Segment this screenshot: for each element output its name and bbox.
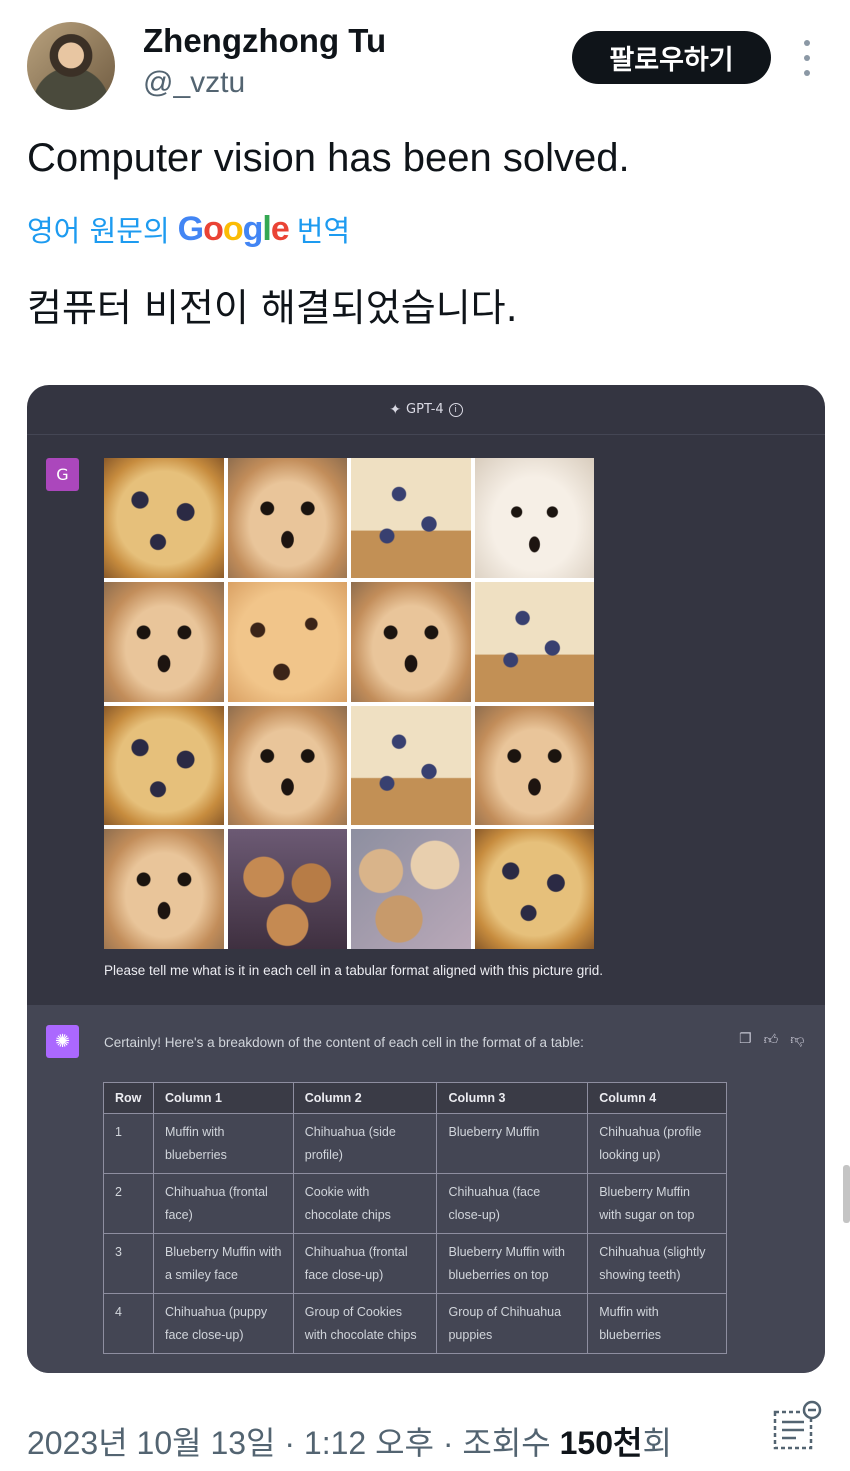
tweet-meta: 2023년 10월 13일 · 1:12 오후 · 조회수 150천회 — [27, 1418, 672, 1464]
chatgpt-logo-icon: ✺ — [46, 1025, 79, 1058]
tweet-date: 2023년 10월 13일 · 1:12 오후 · 조회수 — [27, 1425, 560, 1461]
assistant-message: ✺ Certainly! Here's a breakdown of the c… — [27, 1005, 825, 1373]
table-cell: 2 — [103, 1173, 154, 1234]
table-row: 2 Chihuahua (frontal face) Cookie with cho… — [103, 1173, 727, 1234]
table-cell: Blueberry Muffin — [436, 1113, 589, 1174]
table-cell: Muffin with blueberries — [587, 1293, 727, 1354]
translated-text: 컴퓨터 비전이 해결되었습니다. — [27, 286, 518, 330]
follow-button[interactable]: 팔로우하기 — [572, 31, 771, 84]
table-header-cell: Column 2 — [292, 1082, 438, 1114]
table-cell: Chihuahua (puppy face close-up) — [152, 1293, 294, 1354]
table-cell: Blueberry Muffin with blueberries on top — [436, 1233, 589, 1294]
model-header: ✦ GPT-4 i — [27, 385, 825, 435]
result-table: Row Column 1 Column 2 Column 3 Column 4 1 Muf… — [103, 1082, 727, 1354]
grid-cell-image — [351, 829, 471, 949]
table-cell: Group of Chihuahua puppies — [436, 1293, 589, 1354]
table-cell: Chihuahua (side profile) — [292, 1113, 438, 1174]
table-cell: Cookie with chocolate chips — [292, 1173, 438, 1234]
grid-cell-image — [104, 829, 224, 949]
grid-cell-image — [351, 705, 471, 826]
table-header-cell: Column 4 — [587, 1082, 727, 1114]
table-row: 3 Blueberry Muffin with a smiley face Chih… — [103, 1233, 727, 1294]
table-cell: 1 — [103, 1113, 154, 1174]
table-header-row: Row Column 1 Column 2 Column 3 Column 4 — [103, 1082, 727, 1114]
author-avatar[interactable] — [27, 22, 115, 110]
translate-link[interactable]: 영어 원문의 Google 번역 — [27, 208, 350, 250]
grid-cell-image — [227, 829, 347, 949]
model-label: GPT-4 — [406, 402, 444, 417]
sparkle-icon: ✦ — [389, 401, 402, 418]
user-prompt: Please tell me what is it in each cell i… — [104, 963, 603, 978]
grid-cell-image — [351, 458, 471, 578]
grid-cell-image — [227, 458, 347, 578]
notes-icon[interactable] — [772, 1400, 822, 1452]
assistant-reply: Certainly! Here's a breakdown of the con… — [104, 1035, 584, 1050]
grid-cell-image — [104, 458, 224, 578]
table-row: 4 Chihuahua (puppy face close-up) Group of… — [103, 1293, 727, 1354]
tweet-text: Computer vision has been solved. — [27, 136, 630, 180]
table-cell: Group of Cookies with chocolate chips — [292, 1293, 438, 1354]
grid-cell-image — [351, 581, 471, 702]
user-avatar: G — [46, 458, 79, 491]
grid-cell-image — [104, 705, 224, 826]
message-actions: ❐ 👍︎ 👎︎ — [739, 1031, 804, 1048]
thumbs-up-icon: 👍︎ — [763, 1032, 779, 1048]
grid-cell-image — [474, 705, 594, 826]
google-logo: Google — [177, 209, 290, 248]
table-cell: Chihuahua (slightly showing teeth) — [587, 1233, 727, 1294]
table-row: 1 Muffin with blueberries Chihuahua (side … — [103, 1113, 727, 1174]
grid-cell-image — [474, 458, 594, 578]
view-suffix: 회 — [642, 1425, 672, 1461]
grid-cell-image — [474, 581, 594, 702]
image-grid — [104, 458, 594, 949]
grid-cell-image — [227, 581, 347, 702]
translate-prefix: 영어 원문의 — [27, 214, 170, 248]
info-icon: i — [448, 402, 463, 417]
table-cell: Chihuahua (face close-up) — [436, 1173, 589, 1234]
copy-icon: ❐ — [739, 1031, 752, 1047]
author-handle[interactable]: @_vztu — [143, 66, 245, 100]
table-cell: Chihuahua (frontal face) — [152, 1173, 294, 1234]
table-header-cell: Column 3 — [436, 1082, 589, 1114]
grid-cell-image — [227, 705, 347, 826]
table-cell: Blueberry Muffin with sugar on top — [587, 1173, 727, 1234]
table-cell: Chihuahua (frontal face close-up) — [292, 1233, 438, 1294]
table-header-cell: Column 1 — [152, 1082, 294, 1114]
view-count: 150천 — [559, 1425, 643, 1461]
more-options-icon[interactable] — [800, 40, 814, 76]
table-cell: 4 — [103, 1293, 154, 1354]
table-cell: 3 — [103, 1233, 154, 1294]
embedded-screenshot: ✦ GPT-4 i G Please tell me what is it in… — [27, 385, 825, 1373]
grid-cell-image — [104, 581, 224, 702]
translate-suffix: 번역 — [296, 214, 351, 248]
grid-cell-image — [474, 829, 594, 949]
thumbs-down-icon: 👎︎ — [790, 1032, 805, 1048]
table-cell: Blueberry Muffin with a smiley face — [152, 1233, 294, 1294]
table-cell: Chihuahua (profile looking up) — [587, 1113, 727, 1174]
author-name[interactable]: Zhengzhong Tu — [143, 22, 386, 60]
scrollbar[interactable] — [843, 1165, 850, 1223]
table-cell: Muffin with blueberries — [152, 1113, 294, 1174]
table-header-cell: Row — [103, 1082, 154, 1114]
